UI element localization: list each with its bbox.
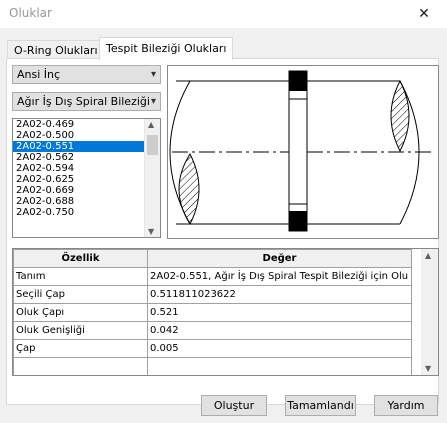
list-item[interactable]: 2A02-0.562 <box>13 152 144 163</box>
tab-retaining-ring-grooves[interactable]: Tespit Bileziği Olukları <box>99 37 234 60</box>
ring-type-select[interactable]: Ağır İş Dış Spiral Bileziği ▾ <box>12 92 161 111</box>
size-list-items: 2A02-0.469 2A02-0.500 2A02-0.551 2A02-0.562… <box>13 119 160 218</box>
property-value[interactable]: 0.005 <box>147 339 412 358</box>
groove-diagram <box>169 70 434 232</box>
chevron-down-icon: ▾ <box>150 96 156 107</box>
close-icon[interactable]: ✕ <box>404 3 444 25</box>
tab-o-ring-grooves[interactable]: O-Ring Olukları <box>7 40 105 59</box>
standard-select[interactable]: Ansi İnç ▾ <box>12 65 161 84</box>
column-header-value: Değer <box>147 249 412 268</box>
list-item[interactable]: 2A02-0.469 <box>13 119 144 130</box>
scroll-down-icon[interactable]: ▼ <box>425 364 431 373</box>
properties-table: Özellik Değer Tanım 2A02-0.551, Ağır İş D… <box>13 249 412 375</box>
property-value[interactable]: 0.042 <box>147 321 412 340</box>
column-header-property: Özellik <box>13 249 148 268</box>
properties-grid[interactable]: Özellik Değer Tanım 2A02-0.551, Ağır İş D… <box>12 248 439 376</box>
property-name: Tanım <box>13 267 148 286</box>
groove-preview <box>167 65 439 239</box>
list-item[interactable]: 2A02-0.500 <box>13 130 144 141</box>
property-name: Oluk Genişliği <box>13 321 148 340</box>
standard-select-value: Ansi İnç <box>17 68 61 81</box>
property-value[interactable]: 0.521 <box>147 303 412 322</box>
property-name: Seçili Çap <box>13 285 148 304</box>
scroll-up-icon[interactable]: ▲ <box>148 120 154 129</box>
size-list-scrollbar[interactable]: ▲ ▼ <box>144 119 160 237</box>
done-button[interactable]: Tamamlandı <box>285 395 356 416</box>
list-item[interactable]: 2A02-0.669 <box>13 185 144 196</box>
property-value[interactable]: 0.511811023622 <box>147 285 412 304</box>
list-item[interactable]: 2A02-0.594 <box>13 163 144 174</box>
property-name: Oluk Çapı <box>13 303 148 322</box>
property-value[interactable]: 2A02-0.551, Ağır İş Dış Spiral Tespit Bi… <box>147 267 412 286</box>
scroll-down-icon[interactable]: ▼ <box>148 227 154 236</box>
list-item[interactable]: 2A02-0.625 <box>13 174 144 185</box>
help-button[interactable]: Yardım <box>374 395 438 416</box>
properties-scrollbar[interactable]: ▲ ▼ <box>421 249 438 375</box>
title-bar: Oluklar ✕ <box>0 0 447 28</box>
table-row[interactable]: Oluk Çapı 0.521 <box>13 303 412 322</box>
chevron-down-icon: ▾ <box>150 69 156 80</box>
empty-row <box>13 357 412 375</box>
size-list[interactable]: 2A02-0.469 2A02-0.500 2A02-0.551 2A02-0.562… <box>12 118 161 238</box>
property-name: Çap <box>13 339 148 358</box>
ring-type-select-value: Ağır İş Dış Spiral Bileziği <box>17 95 150 108</box>
list-item[interactable]: 2A02-0.551 <box>13 141 144 152</box>
properties-header-row: Özellik Değer <box>13 249 412 268</box>
empty-cell <box>13 357 148 375</box>
scroll-thumb[interactable] <box>147 135 158 155</box>
scroll-up-icon[interactable]: ▲ <box>425 251 431 260</box>
empty-cell <box>147 357 412 375</box>
table-row[interactable]: Tanım 2A02-0.551, Ağır İş Dış Spiral Tesp… <box>13 267 412 286</box>
list-item[interactable]: 2A02-0.688 <box>13 196 144 207</box>
table-row[interactable]: Oluk Genişliği 0.042 <box>13 321 412 340</box>
table-row[interactable]: Çap 0.005 <box>13 339 412 358</box>
create-button[interactable]: Oluştur <box>201 395 267 416</box>
list-item[interactable]: 2A02-0.750 <box>13 207 144 218</box>
window-title: Oluklar <box>9 6 52 20</box>
table-row[interactable]: Seçili Çap 0.511811023622 <box>13 285 412 304</box>
